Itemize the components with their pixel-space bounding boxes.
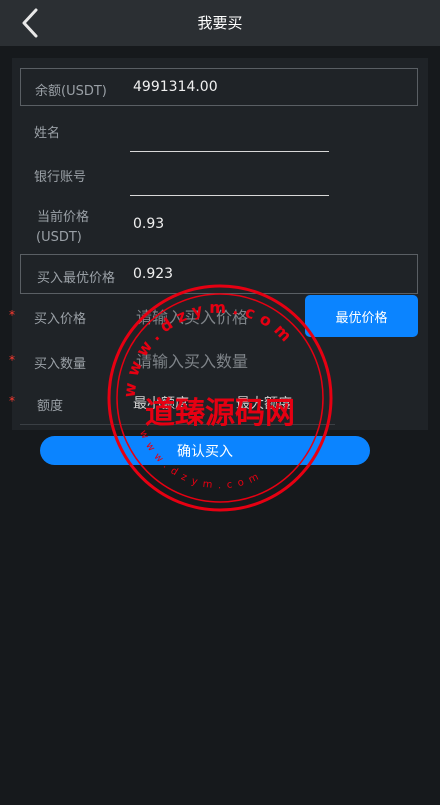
buy-price-input[interactable] [136, 304, 296, 330]
best-buy-price-value: 0.923 [133, 266, 174, 282]
name-label: 姓名 [34, 126, 61, 141]
app-header: 我要买 [0, 0, 440, 46]
best-buy-price-row: 买入最优价格 0.923 [20, 254, 418, 294]
amount-required-mark: * [9, 394, 15, 408]
best-price-button-label: 最优价格 [335, 310, 388, 326]
best-buy-price-label: 买入最优价格 [37, 271, 116, 286]
max-amount-field[interactable]: 最大额度 [236, 393, 292, 413]
name-input[interactable] [132, 114, 328, 148]
balance-value: 4991314.00 [133, 79, 218, 95]
confirm-buy-button[interactable]: 确认买入 [40, 436, 370, 465]
bank-account-underline [130, 195, 329, 196]
buy-quantity-label: 买入数量 [34, 357, 87, 372]
min-amount-field[interactable]: 最小额度 [133, 393, 189, 413]
buy-quantity-input[interactable] [136, 348, 336, 374]
amount-underline [20, 424, 335, 425]
buy-quantity-required-mark: * [9, 353, 15, 367]
buy-price-required-mark: * [9, 308, 15, 322]
page-title: 我要买 [197, 14, 243, 32]
name-underline [130, 151, 329, 152]
current-price-value: 0.93 [133, 216, 165, 232]
current-price-label: 当前价格 [37, 210, 90, 225]
best-price-button[interactable]: 最优价格 [305, 295, 418, 337]
balance-row: 余额(USDT) 4991314.00 [20, 68, 418, 106]
balance-label: 余额(USDT) [35, 84, 107, 99]
bank-account-input[interactable] [132, 158, 328, 192]
current-price-unit: (USDT) [36, 230, 82, 245]
amount-label: 额度 [37, 399, 64, 414]
confirm-buy-button-label: 确认买入 [177, 443, 233, 460]
bank-account-label: 银行账号 [34, 170, 87, 185]
buy-price-label: 买入价格 [34, 312, 87, 327]
